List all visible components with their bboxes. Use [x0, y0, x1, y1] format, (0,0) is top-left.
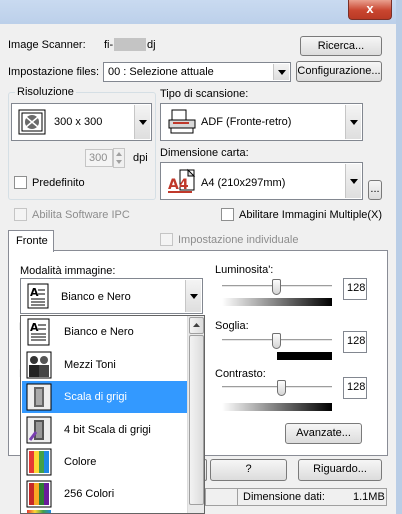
- image-mode-dropdown[interactable]: A Bianco e Nero Mezzi Toni Scala di grig…: [20, 315, 205, 514]
- status-cell-1: [205, 488, 237, 506]
- scanner-name-redaction: [114, 38, 146, 51]
- 256-colors-icon: [26, 480, 52, 508]
- dpi-spinner[interactable]: [113, 148, 125, 168]
- scan-type-value: ADF (Fronte-retro): [201, 116, 292, 128]
- paper-size-combo[interactable]: A4 A4 (210x297mm): [160, 162, 363, 200]
- title-bar: [0, 0, 396, 24]
- grayscale-icon: [26, 383, 52, 411]
- paper-size-more-button[interactable]: ...: [368, 180, 382, 200]
- dropdown-item-label: Scala di grigi: [64, 391, 127, 403]
- dpi-unit: dpi: [133, 152, 148, 164]
- individual-settings-checkbox[interactable]: [160, 233, 173, 246]
- scanner-dialog: x Image Scanner: fi- dj Ricerca... Impos…: [0, 0, 402, 514]
- help-button[interactable]: ?: [210, 459, 287, 481]
- advanced-button[interactable]: Avanzate...: [285, 423, 362, 444]
- hidden-button-edge[interactable]: [205, 459, 207, 481]
- scanner-name-prefix: fi-: [104, 39, 114, 51]
- dropdown-item-label: Colore: [64, 456, 97, 468]
- dropdown-item-4bit-grayscale[interactable]: 4 bit Scala di grigi: [22, 414, 187, 446]
- contrast-slider[interactable]: [277, 380, 286, 396]
- 4bit-grayscale-icon: [26, 416, 52, 444]
- default-checkbox-label: Predefinito: [32, 177, 85, 189]
- multi-image-checkbox[interactable]: [221, 208, 234, 221]
- dpi-input[interactable]: 300: [85, 149, 113, 167]
- scan-type-label: Tipo di scansione:: [160, 88, 249, 100]
- paper-size-label: Dimensione carta:: [160, 147, 249, 159]
- scan-type-combo[interactable]: ADF (Fronte-retro): [160, 103, 363, 141]
- chevron-down-icon[interactable]: [273, 64, 289, 80]
- partial-color-icon: [27, 510, 51, 513]
- scroll-up-icon: [193, 323, 200, 327]
- individual-settings-label: Impostazione individuale: [178, 234, 299, 246]
- svg-text:A: A: [30, 321, 39, 334]
- color-icon: [26, 448, 52, 476]
- search-button[interactable]: Ricerca...: [300, 36, 382, 56]
- ipc-checkbox[interactable]: [14, 208, 27, 221]
- brightness-slider[interactable]: [272, 279, 281, 295]
- configuration-button[interactable]: Configurazione...: [296, 61, 382, 82]
- paper-size-value: A4 (210x297mm): [201, 177, 286, 189]
- brightness-gradient: [222, 298, 332, 306]
- resolution-group-label: Risoluzione: [15, 86, 76, 98]
- status-data-size: Dimensione dati: 1.1MB: [237, 488, 387, 506]
- resolution-value: 300 x 300: [54, 116, 103, 128]
- about-button[interactable]: Riguardo...: [298, 459, 382, 481]
- image-mode-label: Modalità immagine:: [20, 265, 116, 277]
- halftone-icon: [26, 351, 52, 379]
- contrast-gradient: [222, 403, 332, 411]
- contrast-input[interactable]: 128: [343, 377, 367, 399]
- dropdown-item-label: Mezzi Toni: [64, 359, 116, 371]
- dropdown-item-black-white[interactable]: A Bianco e Nero: [22, 316, 187, 348]
- image-mode-combo[interactable]: A Bianco e Nero: [20, 278, 203, 314]
- chevron-down-icon[interactable]: [134, 105, 150, 139]
- scanner-name-suffix: dj: [147, 39, 156, 51]
- image-scanner-label: Image Scanner:: [8, 39, 86, 51]
- threshold-input[interactable]: 128: [343, 331, 367, 353]
- dropdown-scrollbar[interactable]: [187, 316, 204, 513]
- adf-scanner-icon: [168, 109, 196, 134]
- data-size-label: Dimensione dati:: [243, 491, 325, 503]
- dropdown-item-256-colors[interactable]: 256 Colori: [22, 478, 187, 510]
- settings-file-label: Impostazione files:: [8, 66, 100, 78]
- black-white-icon: A: [27, 318, 50, 346]
- brightness-label: Luminosita':: [215, 264, 274, 276]
- spin-arrows-icon: [116, 152, 122, 164]
- paper-size-icon: A4: [168, 168, 196, 193]
- svg-text:A: A: [30, 286, 39, 299]
- dropdown-item-grayscale[interactable]: Scala di grigi: [22, 381, 187, 413]
- black-white-icon: A: [27, 283, 49, 309]
- chevron-down-icon[interactable]: [345, 105, 361, 139]
- threshold-label: Soglia:: [215, 320, 249, 332]
- contrast-label: Contrasto:: [215, 368, 266, 380]
- data-size-value: 1.1MB: [353, 491, 385, 503]
- ipc-checkbox-label: Abilita Software IPC: [32, 209, 130, 221]
- dropdown-item-color[interactable]: Colore: [22, 446, 187, 478]
- threshold-slider[interactable]: [272, 333, 281, 349]
- resolution-icon: [18, 109, 46, 135]
- default-checkbox[interactable]: [14, 176, 27, 189]
- brightness-input[interactable]: 128: [343, 278, 367, 300]
- dropdown-item-partial: [22, 510, 187, 513]
- scroll-up-button[interactable]: [189, 317, 204, 334]
- dropdown-item-halftone[interactable]: Mezzi Toni: [22, 349, 187, 381]
- resolution-combo[interactable]: 300 x 300: [11, 103, 152, 141]
- scroll-thumb[interactable]: [189, 335, 204, 505]
- dropdown-item-label: Bianco e Nero: [64, 326, 134, 338]
- multi-image-checkbox-label: Abilitare Immagini Multiple(X): [239, 209, 383, 221]
- chevron-down-icon[interactable]: [345, 164, 361, 198]
- settings-file-value: 00 : Selezione attuale: [108, 66, 214, 78]
- close-icon: x: [366, 1, 374, 16]
- threshold-gradient: [222, 352, 332, 360]
- tab-front[interactable]: Fronte: [8, 230, 54, 252]
- image-mode-value: Bianco e Nero: [61, 291, 131, 303]
- dropdown-item-label: 4 bit Scala di grigi: [64, 424, 151, 436]
- paper-size-icon-text: A4: [168, 177, 189, 193]
- close-button[interactable]: x: [348, 0, 392, 20]
- chevron-down-icon[interactable]: [185, 280, 201, 312]
- dropdown-item-label: 256 Colori: [64, 488, 115, 500]
- settings-file-combo[interactable]: 00 : Selezione attuale: [103, 62, 291, 82]
